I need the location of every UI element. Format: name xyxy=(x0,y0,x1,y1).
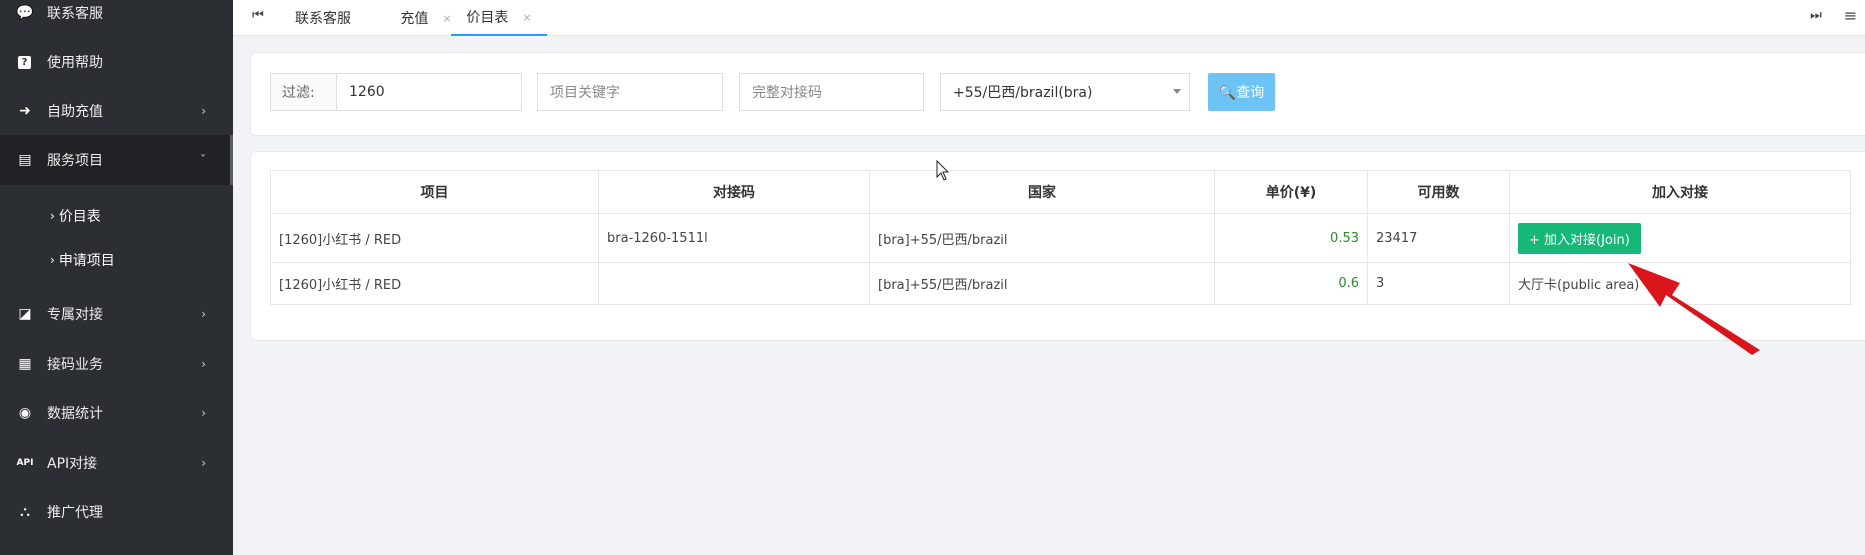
chevron-right-icon: › xyxy=(201,406,206,420)
chevron-down-icon: ˇ xyxy=(200,153,206,167)
filter-label: 过滤: xyxy=(270,73,337,111)
tab-label: 价目表 xyxy=(466,10,509,26)
query-button[interactable]: 🔍查询 xyxy=(1208,73,1275,111)
filter-input[interactable]: 1260 xyxy=(336,73,522,111)
sidebar-item-label: 数据统计 xyxy=(47,406,103,422)
table-row: [1260]小红书 / RED [bra]+55/巴西/brazil 0.6 3… xyxy=(270,262,1851,305)
chevron-right-icon: › xyxy=(50,209,55,223)
cell-available: 23417 xyxy=(1367,213,1510,263)
tab-bar: ⏮ 联系客服 充值 × 价目表 × ⏭ ≡ xyxy=(233,0,1865,36)
chevron-right-icon: › xyxy=(201,357,206,371)
price-table: 项目 对接码 国家 单价(¥) 可用数 加入对接 [1260]小红书 / RED… xyxy=(270,170,1851,305)
sidebar-item-label: 接码业务 xyxy=(47,357,103,373)
sidebar-item-stats[interactable]: ◉ 数据统计 › xyxy=(0,388,233,438)
caret-down-icon xyxy=(1173,89,1181,94)
sidebar-item-label: 服务项目 xyxy=(47,153,103,169)
service-icon: ▤ xyxy=(18,152,32,168)
promote-icon: ⛬ xyxy=(20,504,30,520)
sidebar-item-label: 联系客服 xyxy=(47,6,103,22)
col-header-join: 加入对接 xyxy=(1509,170,1851,214)
api-icon: API xyxy=(16,458,34,468)
tabs-last-button[interactable]: ⏭ xyxy=(1801,0,1831,30)
stats-icon: ◉ xyxy=(18,405,32,421)
col-header-price: 单价(¥) xyxy=(1214,170,1368,214)
sidebar-item-label: 使用帮助 xyxy=(47,55,103,71)
cell-country: [bra]+55/巴西/brazil xyxy=(869,262,1215,305)
table-header-row: 项目 对接码 国家 单价(¥) 可用数 加入对接 xyxy=(270,170,1851,214)
mouse-cursor-icon xyxy=(936,160,950,181)
sidebar-active-indicator xyxy=(230,135,233,185)
sidebar-item-promote[interactable]: ⛬ 推广代理 xyxy=(0,487,233,537)
sidebar-item-api[interactable]: API API对接 › xyxy=(0,438,233,488)
sidebar-item-exclusive[interactable]: ◪ 专属对接 › xyxy=(0,289,233,339)
sidebar-item-recharge[interactable]: ➜ 自助充值 › xyxy=(0,86,233,136)
cell-code xyxy=(598,262,870,305)
sidebar-item-label: 专属对接 xyxy=(47,307,103,323)
sidebar-item-sms[interactable]: ▦ 接码业务 › xyxy=(0,339,233,389)
sidebar-subitem-price-list[interactable]: › 价目表 xyxy=(0,196,233,236)
col-header-code: 对接码 xyxy=(598,170,870,214)
close-icon[interactable]: × xyxy=(522,11,531,24)
tab-contact[interactable]: 联系客服 xyxy=(295,0,385,36)
tab-label: 联系客服 xyxy=(295,11,351,27)
sidebar-item-label: 推广代理 xyxy=(47,505,103,521)
cell-country: [bra]+55/巴西/brazil xyxy=(869,213,1215,263)
sidebar-item-label: API对接 xyxy=(47,456,98,472)
tabs-first-button[interactable]: ⏮ xyxy=(243,0,273,30)
sidebar-subitem-label: 申请项目 xyxy=(58,253,115,269)
chevron-right-icon: › xyxy=(201,307,206,321)
skip-forward-icon: ⏭ xyxy=(1810,7,1822,23)
sidebar-subitem-label: 价目表 xyxy=(58,209,101,225)
col-header-available: 可用数 xyxy=(1367,170,1510,214)
col-header-project: 项目 xyxy=(270,170,599,214)
chevron-right-icon: › xyxy=(50,253,55,267)
sidebar-item-label: 自助充值 xyxy=(47,104,103,120)
cell-code: bra-1260-1511l xyxy=(598,213,870,263)
chevron-right-icon: › xyxy=(201,456,206,470)
sidebar-subitem-apply[interactable]: › 申请项目 xyxy=(0,240,233,280)
table-row: [1260]小红书 / RED bra-1260-1511l [bra]+55/… xyxy=(270,213,1851,263)
help-icon: ? xyxy=(18,55,31,69)
join-button[interactable]: + 加入对接(Join) xyxy=(1518,222,1641,254)
tab-label: 充值 xyxy=(400,11,429,27)
chat-icon: 💬 xyxy=(16,5,34,21)
country-select-value: +55/巴西/brazil(bra) xyxy=(953,85,1093,101)
cell-price: 0.53 xyxy=(1214,213,1368,263)
cell-price: 0.6 xyxy=(1214,262,1368,305)
sidebar-item-services[interactable]: ▤ 服务项目 ˇ xyxy=(0,135,233,185)
sidebar-item-help[interactable]: ? 使用帮助 xyxy=(0,37,233,87)
col-header-country: 国家 xyxy=(869,170,1215,214)
cell-project: [1260]小红书 / RED xyxy=(270,213,599,263)
country-select[interactable]: +55/巴西/brazil(bra) xyxy=(940,73,1190,111)
exclusive-icon: ◪ xyxy=(18,306,32,322)
sidebar: 💬 联系客服 ? 使用帮助 ➜ 自助充值 › ▤ 服务项目 ˇ › 价目表 › … xyxy=(0,0,233,555)
recharge-icon: ➜ xyxy=(19,103,31,119)
cell-available: 3 xyxy=(1367,262,1510,305)
sms-icon: ▦ xyxy=(18,356,32,372)
menu-icon: ≡ xyxy=(1843,5,1858,25)
code-input[interactable]: 完整对接码 xyxy=(739,73,924,111)
skip-back-icon: ⏮ xyxy=(252,7,264,23)
annotation-arrow-icon xyxy=(1628,263,1760,355)
tabs-menu-button[interactable]: ≡ xyxy=(1838,0,1863,30)
keyword-input[interactable]: 项目关键字 xyxy=(537,73,723,111)
cell-project: [1260]小红书 / RED xyxy=(270,262,599,305)
tab-price-list[interactable]: 价目表 × xyxy=(451,0,547,36)
sidebar-item-contact[interactable]: 💬 联系客服 xyxy=(0,0,233,38)
chevron-right-icon: › xyxy=(201,104,206,118)
